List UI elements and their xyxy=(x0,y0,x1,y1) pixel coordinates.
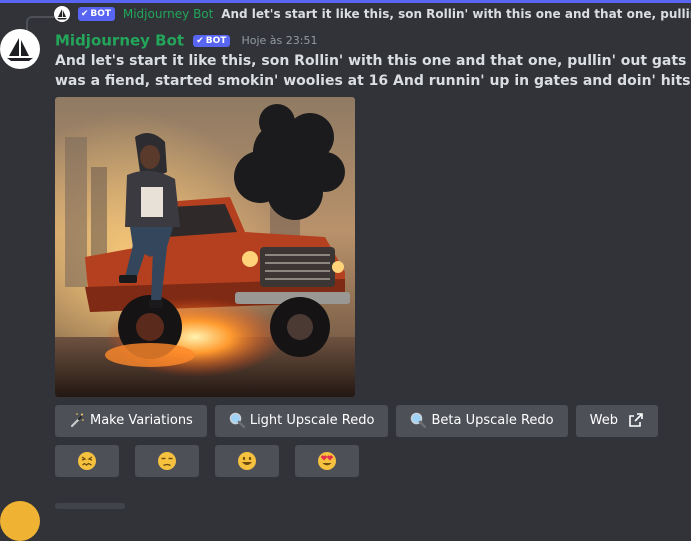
reply-text[interactable]: And let's start it like this, son Rollin… xyxy=(221,7,691,21)
unamused-reaction-button[interactable] xyxy=(135,445,199,477)
message-header: Midjourney Bot ✔ BOT Hoje às 23:51 xyxy=(55,30,317,50)
action-buttons: Make Variations Light Upscale Redo Beta … xyxy=(55,405,666,437)
reply-bot-tag: ✔ BOT xyxy=(77,7,116,21)
reply-preview[interactable]: ✔ BOT Midjourney Bot And let's start it l… xyxy=(54,6,691,24)
external-link-icon xyxy=(629,412,643,427)
author-avatar[interactable] xyxy=(0,29,40,69)
message-author[interactable]: Midjourney Bot xyxy=(55,32,184,50)
sailboat-icon xyxy=(7,38,33,61)
message-content: And let's start it like this, son Rollin… xyxy=(55,51,691,91)
channel-top-accent xyxy=(0,0,691,3)
heart-eyes-face-icon xyxy=(318,452,336,470)
bot-tag: ✔ BOT xyxy=(193,34,231,47)
magnifier-icon xyxy=(229,412,245,428)
make-variations-label: Make Variations xyxy=(90,413,193,428)
confounded-reaction-button[interactable] xyxy=(55,445,119,477)
heart-eyes-reaction-button[interactable] xyxy=(295,445,359,477)
verified-check-icon: ✔ xyxy=(196,35,204,46)
next-message-header xyxy=(55,503,125,509)
web-button[interactable]: Web xyxy=(575,405,659,437)
beta-upscale-redo-button[interactable]: Beta Upscale Redo xyxy=(396,405,568,437)
reply-author[interactable]: Midjourney Bot xyxy=(123,7,214,21)
beta-upscale-redo-label: Beta Upscale Redo xyxy=(431,413,554,428)
make-variations-button[interactable]: Make Variations xyxy=(55,405,207,437)
magnifier-icon xyxy=(411,412,427,428)
light-upscale-redo-label: Light Upscale Redo xyxy=(249,413,375,428)
reaction-buttons xyxy=(55,445,359,477)
reply-connector xyxy=(26,16,54,30)
light-upscale-redo-button[interactable]: Light Upscale Redo xyxy=(214,405,389,437)
grinning-reaction-button[interactable] xyxy=(215,445,279,477)
sailboat-icon xyxy=(57,9,67,20)
grinning-face-icon xyxy=(238,452,256,470)
web-label: Web xyxy=(589,413,618,428)
magic-wand-icon xyxy=(70,412,84,427)
unamused-face-icon xyxy=(158,452,176,470)
generated-truck-artwork xyxy=(55,97,355,397)
verified-check-icon: ✔ xyxy=(80,9,89,19)
message-timestamp: Hoje às 23:51 xyxy=(241,34,318,47)
next-message-avatar[interactable] xyxy=(0,501,40,541)
confounded-face-icon xyxy=(78,452,96,470)
message-line-1: And let's start it like this, son Rollin… xyxy=(55,53,691,69)
image-attachment[interactable] xyxy=(55,97,355,397)
reply-avatar[interactable] xyxy=(54,6,70,22)
message-line-2: was a fiend, started smokin' woolies at … xyxy=(55,73,691,89)
